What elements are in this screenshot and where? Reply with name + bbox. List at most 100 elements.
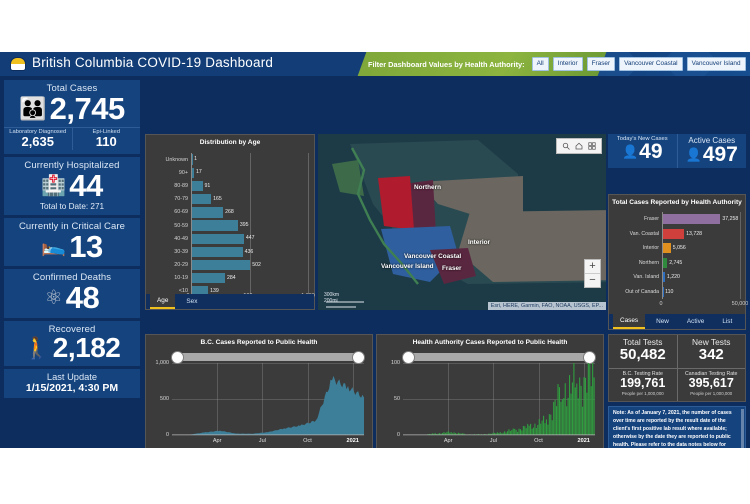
- age-bar-value: 91: [204, 182, 211, 189]
- bc-testing-rate-sub: People per 1,000,000: [621, 390, 664, 396]
- age-bar-row: Unknown 1: [152, 153, 309, 167]
- total-cases-card: Total Cases 👪 2,745 Laboratory Diagnosed…: [4, 80, 140, 154]
- age-bar-row: 20-29 502: [152, 258, 309, 272]
- bc-slider-left-handle[interactable]: [171, 350, 184, 364]
- ha-bar-value: 110: [665, 288, 674, 295]
- active-cases-value: 497: [702, 143, 738, 166]
- person-icon: 👤: [685, 147, 702, 162]
- data-note-panel[interactable]: Note: As of January 7, 2021, the number …: [608, 406, 746, 448]
- map-attribution: Esri, HERE, Garmin, FAO, NOAA, USGS, EP.…: [487, 302, 606, 310]
- bc-slider-right-handle[interactable]: [352, 350, 365, 364]
- ha-filter-vancouver-island[interactable]: Vancouver Island: [686, 57, 746, 71]
- ha-cases-plot: 0 50 100 Apr Jul Oct 2021: [391, 360, 595, 444]
- ha-gridline: [740, 212, 741, 227]
- people-icon: 👪: [19, 95, 47, 121]
- age-chart-title: Distribution by Age: [199, 139, 261, 146]
- ha-cases-xtick: Oct: [534, 438, 543, 444]
- home-icon[interactable]: [575, 142, 583, 150]
- map-zoom-out-button[interactable]: −: [585, 273, 600, 287]
- age-bar-label: 40-49: [174, 235, 188, 242]
- map-label-interior: Interior: [468, 239, 491, 246]
- tab-age[interactable]: Age: [150, 294, 176, 309]
- ha-filter-fraser[interactable]: Fraser: [586, 57, 616, 71]
- age-bar-label: 10-19: [174, 275, 188, 282]
- ha-filter-vancouver-coastal[interactable]: Vancouver Coastal: [619, 57, 683, 71]
- map-label-fraser: Fraser: [442, 265, 462, 272]
- ha-filter-interior[interactable]: Interior: [552, 57, 583, 71]
- today-summary-card: Today's New Cases 👤 49 Active Cases 👤 49…: [608, 134, 746, 168]
- age-bar-label: 30-39: [174, 248, 188, 255]
- age-gridline: [250, 179, 251, 193]
- age-bar: [192, 233, 244, 244]
- age-bar-value: 165: [213, 195, 222, 202]
- map-zoom-in-button[interactable]: +: [585, 260, 600, 273]
- ha-bar-row: Out of Canada 110: [613, 284, 741, 299]
- todays-new-cases-value: 49: [639, 140, 663, 163]
- age-bar-value: 447: [245, 235, 255, 242]
- active-cases-cell: Active Cases 👤 497: [676, 134, 747, 168]
- age-bar-row: 50-59 395: [152, 218, 309, 233]
- age-bar-label: 50-59: [174, 222, 188, 229]
- ha-filter-all[interactable]: All: [531, 57, 549, 71]
- bc-testing-rate-value: 199,761: [620, 376, 666, 390]
- ha-chart-xaxis: 0 50,000: [660, 301, 749, 311]
- age-gridline: [250, 218, 251, 233]
- app-header: British Columbia COVID-19 Dashboard Filt…: [0, 52, 750, 76]
- ha-bar-value: 2,745: [669, 259, 683, 266]
- age-bar-track: 91: [191, 179, 309, 193]
- search-icon[interactable]: [562, 142, 570, 150]
- tab-ha-new[interactable]: New: [649, 315, 676, 328]
- note-scrollbar[interactable]: [741, 409, 744, 448]
- bc-cases-xtick: Apr: [212, 438, 222, 444]
- map-label-vancouver-island: Vancouver Island: [381, 263, 434, 270]
- age-bar: [192, 259, 251, 271]
- bc-cases-series: [172, 375, 364, 435]
- age-bar-value: 1: [194, 156, 197, 163]
- age-bar-value: 502: [252, 261, 261, 268]
- age-gridline: [308, 179, 309, 193]
- bc-cases-time-slider[interactable]: [171, 350, 365, 364]
- ha-bar-row: Van. Coastal 13,728: [613, 226, 741, 241]
- ha-gridline: [740, 270, 741, 285]
- walking-person-icon: 🚶: [23, 336, 50, 360]
- virus-icon: ⚛: [44, 286, 63, 309]
- todays-new-cases-cell: Today's New Cases 👤 49: [608, 134, 677, 168]
- tab-sex[interactable]: Sex: [179, 295, 204, 308]
- bc-cases-xtick: Jul: [258, 438, 266, 444]
- bc-health-authority-map[interactable]: Northern Interior Vancouver Coastal Vanc…: [318, 134, 606, 310]
- ha-bar-label: Northern: [638, 259, 659, 266]
- age-bar-value: 395: [239, 222, 249, 229]
- canadian-testing-rate-sub: People per 1,000,000: [690, 390, 733, 396]
- ha-cases-time-slider[interactable]: [402, 350, 596, 364]
- age-bar-row: 40-49 447: [152, 232, 309, 246]
- ha-bar-row: Van. Island 1,220: [613, 270, 741, 285]
- ha-bar-label: Van. Coastal: [629, 230, 659, 237]
- ha-bar-label: Van. Island: [633, 274, 659, 281]
- ha-bar-track: 5,056: [662, 241, 741, 256]
- page-title: British Columbia COVID-19 Dashboard: [32, 55, 274, 70]
- ha-cases-chart-title: Health Authority Cases Reported to Publi…: [412, 339, 568, 346]
- age-bar-label: 90+: [178, 169, 188, 176]
- age-gridline: [250, 271, 251, 285]
- tab-ha-list[interactable]: List: [715, 315, 739, 328]
- age-gridline: [308, 258, 309, 272]
- ha-chart-tabs: Cases New Active List: [609, 314, 745, 329]
- age-gridline: [250, 166, 251, 180]
- ha-cases-ytick: 100: [391, 360, 400, 366]
- ha-bar-value: 37,258: [722, 216, 739, 222]
- ha-slider-right-handle[interactable]: [583, 350, 596, 364]
- age-bar-track: 268: [191, 205, 309, 219]
- ha-chart-title: Total Cases Reported by Health Authority: [612, 199, 742, 206]
- ha-slider-left-handle[interactable]: [402, 350, 415, 364]
- age-bar: [192, 207, 224, 218]
- age-bar-label: 60-69: [174, 209, 188, 216]
- ha-cases-ytick: 50: [394, 396, 400, 402]
- tab-ha-cases[interactable]: Cases: [613, 314, 646, 329]
- age-bar-label: 20-29: [174, 262, 188, 269]
- ha-bar: [663, 214, 721, 224]
- tab-ha-active[interactable]: Active: [680, 315, 711, 328]
- age-bar-track: 395: [191, 218, 309, 233]
- ha-bar-label: Interior: [642, 245, 659, 252]
- bc-cases-ytick: 1,000: [155, 360, 170, 366]
- basemap-grid-icon[interactable]: [588, 142, 596, 150]
